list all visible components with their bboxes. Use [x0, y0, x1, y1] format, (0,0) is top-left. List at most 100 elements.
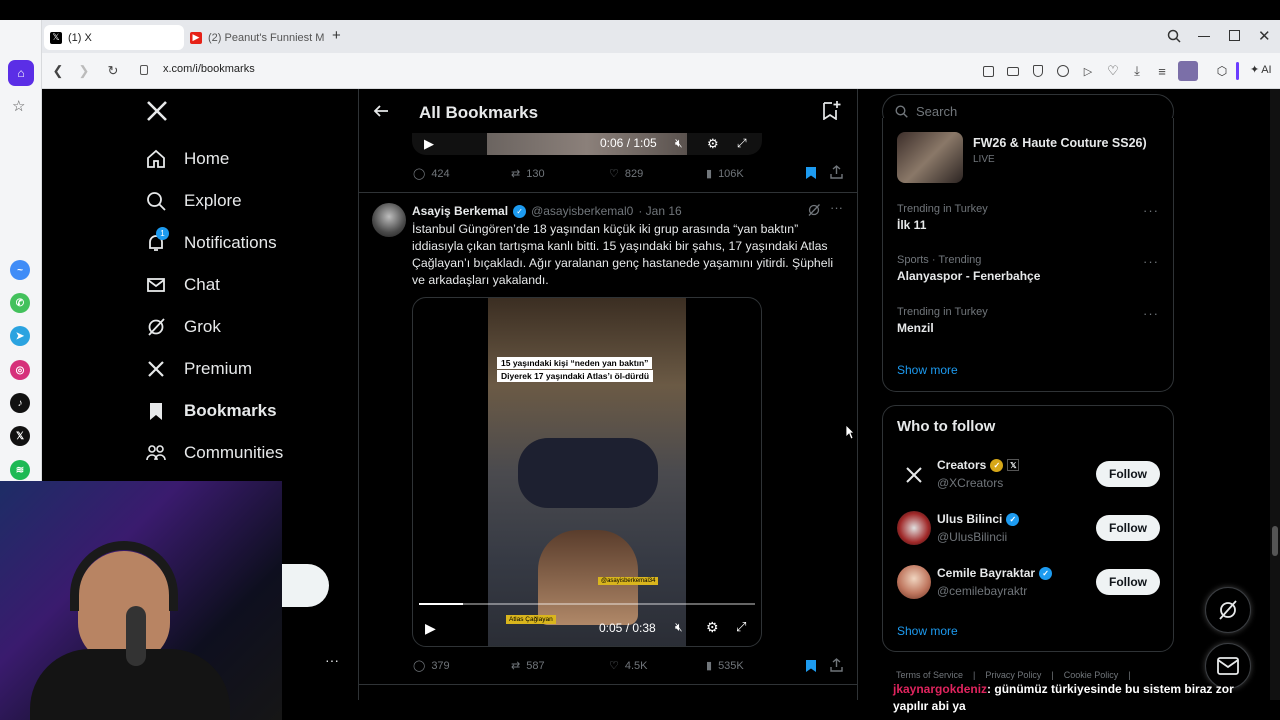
author-handle[interactable]: @asayisberkemal0 [531, 204, 633, 218]
minimize-button[interactable] [1198, 36, 1210, 37]
live-event-thumbnail[interactable] [897, 132, 963, 183]
x-sidebar-icon[interactable]: 𝕏 [10, 426, 30, 446]
telegram-icon[interactable]: ➤ [10, 326, 30, 346]
spotify-icon[interactable]: ≋ [10, 460, 30, 480]
camera-icon[interactable] [1004, 62, 1022, 80]
post-button[interactable] [282, 564, 329, 607]
share-icon[interactable] [830, 658, 843, 672]
url-field[interactable]: x.com/i/bookmarks [163, 63, 255, 75]
play-icon[interactable]: ▶ [425, 620, 436, 637]
account-more-icon[interactable]: ··· [325, 652, 339, 668]
back-arrow-icon[interactable] [373, 103, 389, 119]
forward-button[interactable]: ❯ [73, 60, 95, 82]
post-more-icon[interactable]: ··· [830, 200, 843, 215]
privacy-link[interactable]: Privacy Policy [985, 670, 1041, 680]
mute-icon[interactable]: 🔇︎ [675, 620, 683, 635]
account-info[interactable]: Cemile Bayraktar ✓ @cemilebayraktr [937, 566, 1053, 598]
avatar[interactable] [372, 203, 406, 237]
nav-explore[interactable]: Explore [146, 180, 242, 222]
account-info[interactable]: Ulus Bilinci ✓ @UlusBilincii [937, 512, 1020, 544]
like-button[interactable]: ♡ 4.5K [609, 659, 648, 673]
cube-icon[interactable]: ⬡ [1213, 62, 1231, 80]
follow-button[interactable]: Follow [1096, 515, 1160, 541]
views-button[interactable]: ▮ 106K [706, 167, 744, 181]
opera-home-button[interactable]: ⌂ [8, 60, 34, 86]
nav-bookmarks[interactable]: Bookmarks [146, 390, 277, 432]
avatar[interactable] [897, 511, 931, 545]
page-scrollbar[interactable] [1270, 89, 1280, 700]
bookmarked-icon[interactable] [805, 659, 817, 673]
terms-link[interactable]: Terms of Service [896, 670, 963, 680]
grok-post-icon[interactable] [807, 203, 821, 217]
tab-youtube[interactable]: ▶ (2) Peanut's Funniest Mom [184, 25, 324, 50]
profile-avatar-icon[interactable] [1178, 61, 1198, 81]
new-folder-icon[interactable] [821, 100, 841, 120]
trend-item[interactable]: Sports · Trending Alanyaspor - Fenerbahç… [897, 254, 1157, 283]
post2-video[interactable]: 15 yaşındaki kişi “neden yan baktın” Diy… [412, 297, 762, 647]
new-tab-button[interactable]: + [332, 27, 341, 44]
author-name[interactable]: Asayiş Berkemal [412, 204, 508, 218]
trends-show-more[interactable]: Show more [897, 363, 958, 377]
play-icon[interactable]: ▷ [1079, 62, 1097, 80]
vpn-icon[interactable] [1054, 62, 1072, 80]
instagram-icon[interactable]: ◎ [10, 360, 30, 380]
post-date[interactable]: · Jan 16 [638, 204, 681, 218]
trend-more-icon[interactable]: ··· [1143, 203, 1159, 218]
who-to-follow-show-more[interactable]: Show more [897, 624, 958, 638]
heart-icon[interactable]: ♡ [1104, 62, 1122, 80]
reply-button[interactable]: ◯ 379 [413, 659, 450, 673]
video-progress-track[interactable] [419, 603, 755, 605]
download-icon[interactable]: ⤓ [1128, 62, 1146, 80]
close-window-button[interactable]: ✕ [1258, 27, 1271, 45]
ai-button[interactable]: ✦ AI [1250, 63, 1272, 77]
mute-icon[interactable]: 🔇︎ [675, 136, 683, 151]
settings-icon[interactable]: ⚙ [707, 136, 719, 152]
microphone-shape [126, 606, 146, 666]
back-button[interactable]: ❮ [47, 60, 69, 82]
nav-grok[interactable]: Grok [146, 306, 221, 348]
messenger-icon[interactable]: ~ [10, 260, 30, 280]
star-icon[interactable]: ☆ [12, 97, 25, 115]
trend-more-icon[interactable]: ··· [1143, 306, 1159, 321]
play-icon[interactable]: ▶ [424, 136, 434, 152]
trend-item[interactable]: Trending in Turkey Menzil [897, 306, 1157, 335]
avatar[interactable] [897, 565, 931, 599]
fullscreen-icon[interactable]: ⤢ [737, 136, 747, 151]
like-button[interactable]: ♡ 829 [609, 167, 643, 181]
whatsapp-icon[interactable]: ✆ [10, 293, 30, 313]
follow-button[interactable]: Follow [1096, 461, 1160, 487]
live-event-title[interactable]: FW26 & Haute Couture SS26) [973, 136, 1147, 150]
fullscreen-icon[interactable]: ⤢ [736, 619, 746, 635]
tiktok-icon[interactable]: ♪ [10, 393, 30, 413]
follow-button[interactable]: Follow [1096, 569, 1160, 595]
repost-button[interactable]: ⇄ 130 [511, 167, 545, 181]
trend-more-icon[interactable]: ··· [1143, 254, 1159, 269]
grok-fab-button[interactable] [1205, 587, 1251, 633]
nav-premium[interactable]: Premium [146, 348, 252, 390]
account-info[interactable]: Creators ✓ 𝕏 @XCreators [937, 458, 1020, 490]
views-count: 106K [718, 167, 744, 180]
share-icon[interactable] [830, 165, 843, 179]
avatar[interactable] [897, 458, 931, 492]
tab-search-icon[interactable] [1167, 29, 1181, 43]
nav-notifications[interactable]: 1 Notifications [146, 222, 277, 264]
repost-button[interactable]: ⇄ 587 [511, 659, 545, 673]
nav-communities[interactable]: Communities [146, 432, 283, 474]
settings-icon[interactable]: ⚙ [706, 619, 719, 636]
trend-item[interactable]: Trending in Turkey İlk 11 [897, 203, 1157, 232]
restore-button[interactable] [1229, 30, 1240, 41]
shield-icon[interactable] [1029, 62, 1047, 80]
scrollbar-thumb[interactable] [1272, 526, 1278, 556]
edit-icon[interactable] [979, 62, 997, 80]
reply-button[interactable]: ◯ 424 [413, 167, 450, 181]
nav-chat[interactable]: Chat [146, 264, 220, 306]
tab-x[interactable]: 𝕏 (1) X [44, 25, 184, 50]
reload-button[interactable]: ↻ [102, 60, 124, 82]
menu-icon[interactable]: ≡ [1153, 62, 1171, 80]
post1-video[interactable]: ▶ 0:06 / 1:05 🔇︎ ⚙ ⤢ [412, 133, 762, 155]
nav-home[interactable]: Home [146, 138, 229, 180]
x-logo-icon[interactable] [146, 100, 168, 122]
views-button[interactable]: ▮ 535K [706, 659, 744, 673]
bookmarked-icon[interactable] [805, 166, 817, 180]
cookie-link[interactable]: Cookie Policy [1064, 670, 1119, 680]
